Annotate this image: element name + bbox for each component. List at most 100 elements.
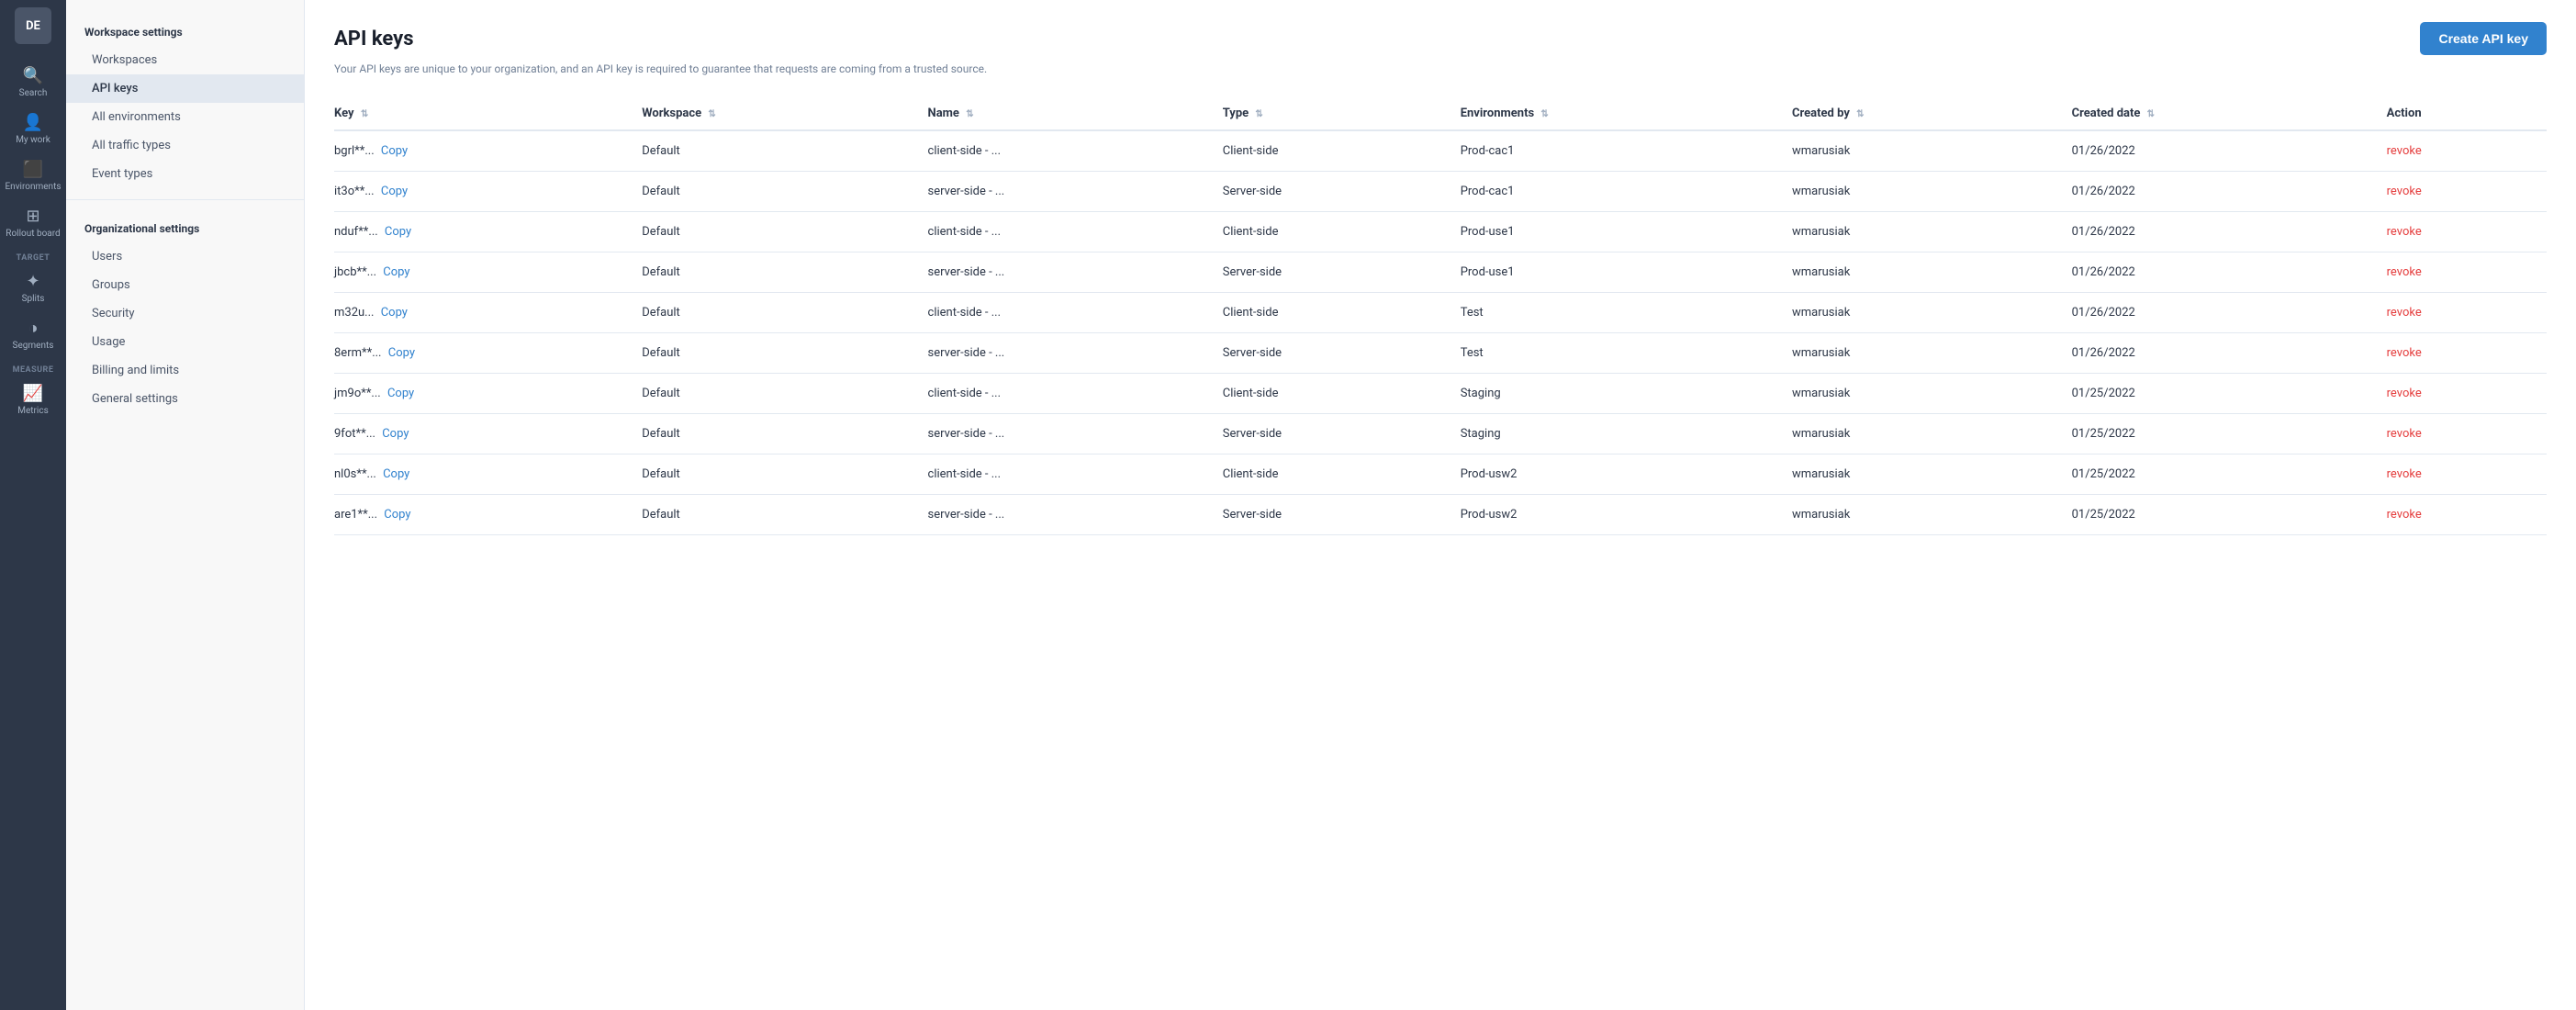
sidebar-divider xyxy=(66,199,304,200)
cell-workspace-3: Default xyxy=(642,252,927,293)
sort-icon-workspace[interactable]: ⇅ xyxy=(708,109,715,119)
revoke-button-4[interactable]: revoke xyxy=(2387,306,2422,320)
sort-icon-created-by[interactable]: ⇅ xyxy=(1856,109,1864,119)
cell-key-7: 9fot**... Copy xyxy=(334,414,642,454)
key-value-6: jm9o**... xyxy=(334,387,381,400)
cell-name-4: client-side - ... xyxy=(928,293,1223,333)
sidebar-item-groups[interactable]: Groups xyxy=(66,271,304,299)
page-header: API keys Create API key xyxy=(334,22,2547,55)
revoke-button-7[interactable]: revoke xyxy=(2387,427,2422,441)
revoke-button-2[interactable]: revoke xyxy=(2387,225,2422,239)
cell-key-2: nduf**... Copy xyxy=(334,212,642,252)
cell-name-7: server-side - ... xyxy=(928,414,1223,454)
copy-button-6[interactable]: Copy xyxy=(387,387,414,400)
copy-button-8[interactable]: Copy xyxy=(383,467,409,481)
col-header-created-date: Created date ⇅ xyxy=(2072,97,2387,130)
cell-name-0: client-side - ... xyxy=(928,130,1223,172)
nav-item-splits[interactable]: ✦ Splits xyxy=(0,264,66,311)
sort-icon-name[interactable]: ⇅ xyxy=(966,109,973,119)
cell-name-9: server-side - ... xyxy=(928,495,1223,535)
create-api-key-button[interactable]: Create API key xyxy=(2420,22,2547,55)
copy-button-3[interactable]: Copy xyxy=(383,265,409,279)
nav-label-environments: Environments xyxy=(5,182,61,192)
nav-item-metrics[interactable]: 📈 Metrics xyxy=(0,376,66,423)
table-row: 8erm**... Copy Default server-side - ...… xyxy=(334,333,2547,374)
cell-environments-7: Staging xyxy=(1461,414,1792,454)
cell-type-9: Server-side xyxy=(1223,495,1461,535)
table-row: 9fot**... Copy Default server-side - ...… xyxy=(334,414,2547,454)
key-value-0: bgrl**... xyxy=(334,144,375,158)
cell-created-date-0: 01/26/2022 xyxy=(2072,130,2387,172)
cell-created-by-1: wmarusiak xyxy=(1792,172,2072,212)
sidebar-item-all-traffic-types[interactable]: All traffic types xyxy=(66,131,304,160)
revoke-button-0[interactable]: revoke xyxy=(2387,144,2422,158)
nav-label-metrics: Metrics xyxy=(17,406,49,416)
cell-type-1: Server-side xyxy=(1223,172,1461,212)
cell-type-4: Client-side xyxy=(1223,293,1461,333)
nav-item-segments[interactable]: ◑ Segments xyxy=(0,311,66,358)
table-row: are1**... Copy Default server-side - ...… xyxy=(334,495,2547,535)
revoke-button-5[interactable]: revoke xyxy=(2387,346,2422,360)
sidebar-item-event-types[interactable]: Event types xyxy=(66,160,304,188)
nav-item-rollout-board[interactable]: ⊞ Rollout board xyxy=(0,199,66,246)
sort-icon-environments[interactable]: ⇅ xyxy=(1540,109,1548,119)
sidebar-item-usage[interactable]: Usage xyxy=(66,328,304,356)
cell-created-by-0: wmarusiak xyxy=(1792,130,2072,172)
sidebar-item-api-keys[interactable]: API keys xyxy=(66,74,304,103)
key-value-9: are1**... xyxy=(334,508,377,522)
key-value-7: 9fot**... xyxy=(334,427,375,441)
cell-created-by-4: wmarusiak xyxy=(1792,293,2072,333)
cell-environments-8: Prod-usw2 xyxy=(1461,454,1792,495)
nav-item-environments[interactable]: ⬛ Environments xyxy=(0,152,66,199)
icon-nav: DE 🔍 Search 👤 My work ⬛ Environments ⊞ R… xyxy=(0,0,66,1010)
copy-button-9[interactable]: Copy xyxy=(384,508,410,522)
col-header-type: Type ⇅ xyxy=(1223,97,1461,130)
revoke-button-1[interactable]: revoke xyxy=(2387,185,2422,198)
nav-item-my-work[interactable]: 👤 My work xyxy=(0,106,66,152)
page-title: API keys xyxy=(334,28,414,50)
sort-icon-type[interactable]: ⇅ xyxy=(1255,109,1262,119)
measure-section-label: MEASURE xyxy=(13,365,54,375)
copy-button-1[interactable]: Copy xyxy=(381,185,408,198)
target-section-label: TARGET xyxy=(17,253,50,263)
cell-action-4: revoke xyxy=(2387,293,2547,333)
sidebar-item-workspaces[interactable]: Workspaces xyxy=(66,46,304,74)
cell-key-5: 8erm**... Copy xyxy=(334,333,642,374)
copy-button-0[interactable]: Copy xyxy=(381,144,408,158)
cell-created-by-7: wmarusiak xyxy=(1792,414,2072,454)
sort-icon-key[interactable]: ⇅ xyxy=(361,109,368,119)
copy-button-2[interactable]: Copy xyxy=(385,225,411,239)
cell-type-2: Client-side xyxy=(1223,212,1461,252)
revoke-button-9[interactable]: revoke xyxy=(2387,508,2422,522)
cell-action-8: revoke xyxy=(2387,454,2547,495)
cell-created-by-5: wmarusiak xyxy=(1792,333,2072,374)
copy-button-4[interactable]: Copy xyxy=(381,306,408,320)
cell-environments-9: Prod-usw2 xyxy=(1461,495,1792,535)
sidebar-item-users[interactable]: Users xyxy=(66,242,304,271)
cell-key-0: bgrl**... Copy xyxy=(334,130,642,172)
revoke-button-8[interactable]: revoke xyxy=(2387,467,2422,481)
revoke-button-3[interactable]: revoke xyxy=(2387,265,2422,279)
cell-environments-5: Test xyxy=(1461,333,1792,374)
copy-button-7[interactable]: Copy xyxy=(382,427,409,441)
sort-icon-created-date[interactable]: ⇅ xyxy=(2147,109,2155,119)
avatar[interactable]: DE xyxy=(15,7,51,44)
sidebar-item-security[interactable]: Security xyxy=(66,299,304,328)
cell-created-by-6: wmarusiak xyxy=(1792,374,2072,414)
cell-environments-0: Prod-cac1 xyxy=(1461,130,1792,172)
table-row: jm9o**... Copy Default client-side - ...… xyxy=(334,374,2547,414)
revoke-button-6[interactable]: revoke xyxy=(2387,387,2422,400)
cell-created-date-4: 01/26/2022 xyxy=(2072,293,2387,333)
sidebar-item-general-settings[interactable]: General settings xyxy=(66,385,304,413)
cell-created-by-9: wmarusiak xyxy=(1792,495,2072,535)
sidebar-item-billing[interactable]: Billing and limits xyxy=(66,356,304,385)
sidebar-item-all-environments[interactable]: All environments xyxy=(66,103,304,131)
nav-item-search[interactable]: 🔍 Search xyxy=(0,59,66,106)
col-header-environments: Environments ⇅ xyxy=(1461,97,1792,130)
copy-button-5[interactable]: Copy xyxy=(388,346,415,360)
key-value-5: 8erm**... xyxy=(334,346,382,360)
cell-type-5: Server-side xyxy=(1223,333,1461,374)
key-value-1: it3o**... xyxy=(334,185,375,198)
cell-workspace-8: Default xyxy=(642,454,927,495)
cell-action-9: revoke xyxy=(2387,495,2547,535)
